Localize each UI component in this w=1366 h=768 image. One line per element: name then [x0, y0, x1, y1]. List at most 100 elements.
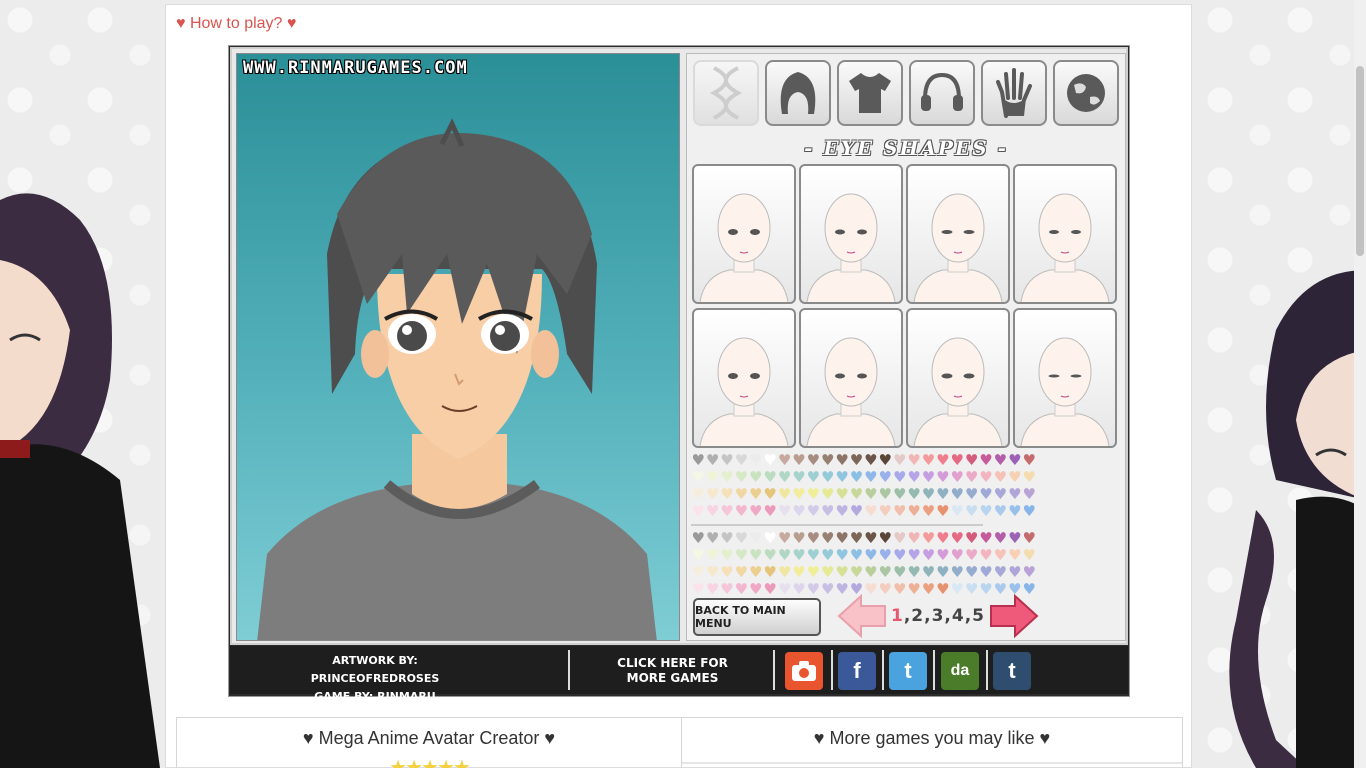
color-swatch-heart-icon[interactable]: ♥	[749, 547, 763, 564]
twitter-button[interactable]: t	[889, 652, 927, 690]
color-swatch-heart-icon[interactable]: ♥	[849, 503, 863, 520]
color-swatch-heart-icon[interactable]: ♥	[993, 486, 1007, 503]
color-swatch-heart-icon[interactable]: ♥	[1008, 452, 1022, 469]
color-swatch-heart-icon[interactable]: ♥	[792, 547, 806, 564]
color-swatch-heart-icon[interactable]: ♥	[936, 564, 950, 581]
color-swatch-heart-icon[interactable]: ♥	[749, 452, 763, 469]
rating-stars[interactable]: ★★★★★	[177, 755, 681, 768]
color-swatch-heart-icon[interactable]: ♥	[921, 469, 935, 486]
color-swatch-heart-icon[interactable]: ♥	[878, 547, 892, 564]
color-swatch-heart-icon[interactable]: ♥	[691, 486, 705, 503]
page-numbers[interactable]: 1,2,3,4,5	[891, 606, 985, 626]
color-swatch-heart-icon[interactable]: ♥	[763, 452, 777, 469]
color-swatch-heart-icon[interactable]: ♥	[763, 564, 777, 581]
category-dna-button[interactable]	[693, 60, 759, 126]
color-swatch-heart-icon[interactable]: ♥	[705, 503, 719, 520]
color-swatch-heart-icon[interactable]: ♥	[892, 469, 906, 486]
color-swatch-heart-icon[interactable]: ♥	[705, 452, 719, 469]
color-swatch-heart-icon[interactable]: ♥	[720, 503, 734, 520]
color-swatch-heart-icon[interactable]: ♥	[792, 530, 806, 547]
color-swatch-heart-icon[interactable]: ♥	[936, 452, 950, 469]
color-swatch-heart-icon[interactable]: ♥	[763, 503, 777, 520]
category-accessories-button[interactable]	[909, 60, 975, 126]
color-swatch-heart-icon[interactable]: ♥	[806, 547, 820, 564]
eye-shape-option[interactable]	[1013, 308, 1117, 448]
color-swatch-heart-icon[interactable]: ♥	[950, 486, 964, 503]
color-swatch-heart-icon[interactable]: ♥	[1008, 530, 1022, 547]
color-swatch-heart-icon[interactable]: ♥	[907, 469, 921, 486]
color-swatch-heart-icon[interactable]: ♥	[921, 547, 935, 564]
category-background-button[interactable]	[1053, 60, 1119, 126]
color-swatch-heart-icon[interactable]: ♥	[964, 469, 978, 486]
color-swatch-heart-icon[interactable]: ♥	[878, 503, 892, 520]
color-swatch-heart-icon[interactable]: ♥	[720, 486, 734, 503]
color-swatch-heart-icon[interactable]: ♥	[734, 486, 748, 503]
color-swatch-heart-icon[interactable]: ♥	[749, 581, 763, 598]
color-swatch-heart-icon[interactable]: ♥	[878, 564, 892, 581]
color-swatch-heart-icon[interactable]: ♥	[864, 503, 878, 520]
category-pose-button[interactable]	[981, 60, 1047, 126]
color-swatch-heart-icon[interactable]: ♥	[936, 530, 950, 547]
color-swatch-heart-icon[interactable]: ♥	[864, 547, 878, 564]
color-swatch-heart-icon[interactable]: ♥	[806, 452, 820, 469]
color-swatch-heart-icon[interactable]: ♥	[950, 503, 964, 520]
color-swatch-heart-icon[interactable]: ♥	[777, 564, 791, 581]
color-swatch-heart-icon[interactable]: ♥	[777, 486, 791, 503]
color-swatch-heart-icon[interactable]: ♥	[936, 469, 950, 486]
back-to-main-menu-button[interactable]: BACK TO MAIN MENU	[693, 598, 821, 636]
color-swatch-heart-icon[interactable]: ♥	[964, 547, 978, 564]
color-swatch-heart-icon[interactable]: ♥	[1022, 503, 1036, 520]
previous-page-arrow-icon[interactable]	[837, 594, 887, 638]
color-swatch-heart-icon[interactable]: ♥	[1022, 452, 1036, 469]
next-page-arrow-icon[interactable]	[989, 594, 1039, 638]
color-swatch-heart-icon[interactable]: ♥	[835, 469, 849, 486]
color-swatch-heart-icon[interactable]: ♥	[1008, 564, 1022, 581]
color-swatch-heart-icon[interactable]: ♥	[734, 564, 748, 581]
color-swatch-heart-icon[interactable]: ♥	[849, 564, 863, 581]
color-swatch-heart-icon[interactable]: ♥	[806, 503, 820, 520]
color-swatch-heart-icon[interactable]: ♥	[849, 530, 863, 547]
color-swatch-heart-icon[interactable]: ♥	[749, 486, 763, 503]
color-swatch-heart-icon[interactable]: ♥	[936, 503, 950, 520]
color-swatch-heart-icon[interactable]: ♥	[821, 564, 835, 581]
color-swatch-heart-icon[interactable]: ♥	[792, 503, 806, 520]
color-swatch-heart-icon[interactable]: ♥	[993, 469, 1007, 486]
color-swatch-heart-icon[interactable]: ♥	[835, 452, 849, 469]
color-swatch-heart-icon[interactable]: ♥	[763, 530, 777, 547]
color-swatch-heart-icon[interactable]: ♥	[705, 486, 719, 503]
color-swatch-heart-icon[interactable]: ♥	[777, 452, 791, 469]
category-hair-button[interactable]	[765, 60, 831, 126]
color-swatch-heart-icon[interactable]: ♥	[1022, 530, 1036, 547]
color-swatch-heart-icon[interactable]: ♥	[979, 452, 993, 469]
color-swatch-heart-icon[interactable]: ♥	[979, 486, 993, 503]
color-swatch-heart-icon[interactable]: ♥	[1008, 503, 1022, 520]
color-swatch-heart-icon[interactable]: ♥	[864, 486, 878, 503]
color-swatch-heart-icon[interactable]: ♥	[720, 547, 734, 564]
color-swatch-heart-icon[interactable]: ♥	[835, 564, 849, 581]
color-swatch-heart-icon[interactable]: ♥	[705, 530, 719, 547]
color-swatch-heart-icon[interactable]: ♥	[979, 503, 993, 520]
color-swatch-heart-icon[interactable]: ♥	[777, 469, 791, 486]
color-swatch-heart-icon[interactable]: ♥	[792, 564, 806, 581]
color-swatch-heart-icon[interactable]: ♥	[864, 452, 878, 469]
color-swatch-heart-icon[interactable]: ♥	[835, 530, 849, 547]
color-swatch-heart-icon[interactable]: ♥	[979, 530, 993, 547]
color-swatch-heart-icon[interactable]: ♥	[993, 564, 1007, 581]
color-swatch-heart-icon[interactable]: ♥	[705, 581, 719, 598]
color-swatch-heart-icon[interactable]: ♥	[691, 530, 705, 547]
color-swatch-heart-icon[interactable]: ♥	[907, 503, 921, 520]
color-swatch-heart-icon[interactable]: ♥	[964, 503, 978, 520]
color-swatch-heart-icon[interactable]: ♥	[734, 547, 748, 564]
color-swatch-heart-icon[interactable]: ♥	[705, 469, 719, 486]
color-swatch-heart-icon[interactable]: ♥	[864, 564, 878, 581]
color-swatch-heart-icon[interactable]: ♥	[950, 564, 964, 581]
color-swatch-heart-icon[interactable]: ♥	[1008, 547, 1022, 564]
color-swatch-heart-icon[interactable]: ♥	[763, 469, 777, 486]
color-swatch-heart-icon[interactable]: ♥	[821, 503, 835, 520]
color-swatch-heart-icon[interactable]: ♥	[921, 486, 935, 503]
color-swatch-heart-icon[interactable]: ♥	[907, 547, 921, 564]
color-swatch-heart-icon[interactable]: ♥	[878, 530, 892, 547]
color-swatch-heart-icon[interactable]: ♥	[806, 486, 820, 503]
color-swatch-heart-icon[interactable]: ♥	[691, 452, 705, 469]
color-swatch-heart-icon[interactable]: ♥	[950, 547, 964, 564]
